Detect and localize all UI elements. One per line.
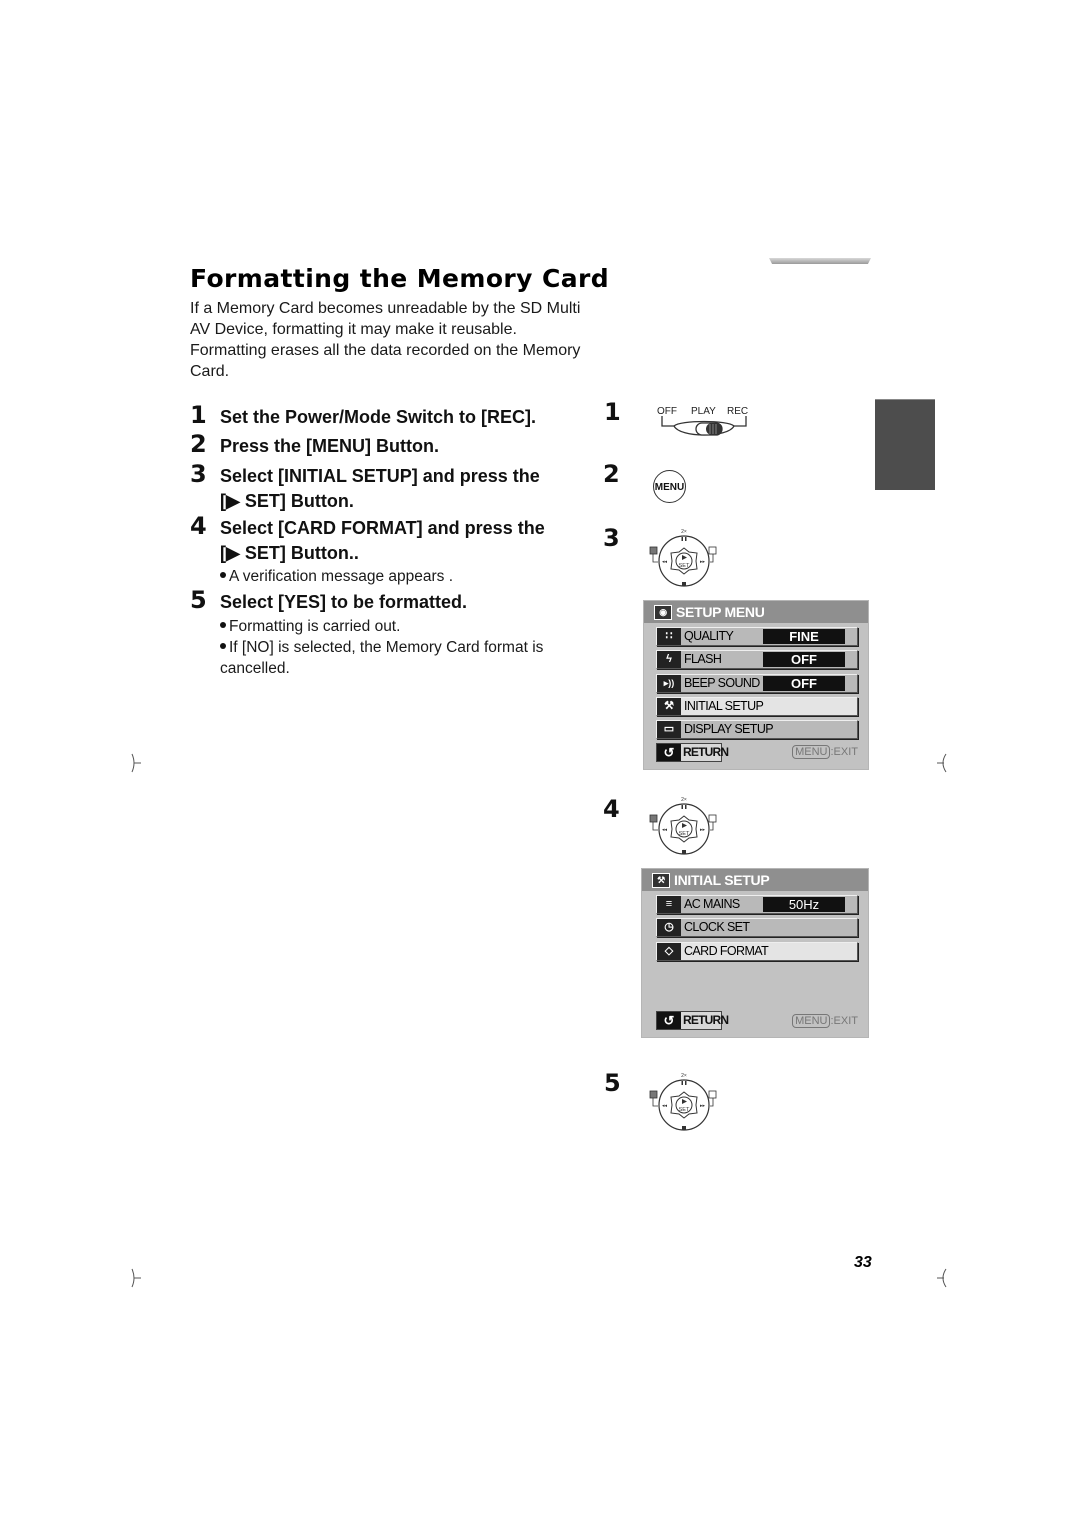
menu-item-value: 50Hz bbox=[763, 897, 845, 912]
tools-icon: ⚒ bbox=[657, 698, 681, 715]
set-dial-3[interactable]: SET 2× ◂◂ ▸▸ bbox=[648, 528, 718, 599]
menu-item-initial-setup[interactable]: ⚒ INITIAL SETUP bbox=[656, 697, 858, 716]
menu-key-icon: MENU bbox=[792, 1014, 831, 1028]
clock-icon: ◷ bbox=[657, 919, 681, 936]
chapter-tab bbox=[875, 399, 935, 490]
svg-text:◂◂: ◂◂ bbox=[662, 1103, 668, 1109]
menu-item-value: OFF bbox=[763, 676, 845, 691]
setup-menu-header: ◉ SETUP MENU bbox=[644, 601, 868, 623]
step-text: Select [CARD FORMAT] and press the bbox=[220, 518, 545, 538]
bullet-item: Formatting is carried out. bbox=[220, 616, 400, 637]
return-icon: ↺ bbox=[657, 744, 681, 761]
menu-item-ac-mains[interactable]: ≡ AC MAINS 50Hz bbox=[656, 895, 858, 914]
crop-mark-icon bbox=[131, 1268, 141, 1288]
return-button[interactable]: ↺ RETURN bbox=[656, 1011, 729, 1030]
menu-button-icon[interactable]: MENU bbox=[653, 470, 686, 503]
intro-paragraph: If a Memory Card becomes unreadable by t… bbox=[190, 300, 581, 380]
bullet-icon bbox=[220, 642, 226, 649]
menu-item-clock-set[interactable]: ◷ CLOCK SET bbox=[656, 918, 858, 937]
step-text: Set the Power/Mode Switch to [REC]. bbox=[220, 407, 537, 427]
menu-key-icon: MENU bbox=[792, 745, 831, 759]
menu-item-flash[interactable]: ϟ FLASH OFF bbox=[656, 650, 858, 669]
step-text: Press the [MENU] Button. bbox=[220, 436, 440, 456]
set-dial-icon: SET 2× ◂◂ ▸▸ bbox=[649, 1073, 717, 1131]
return-button[interactable]: ↺ RETURN bbox=[656, 743, 729, 762]
initial-setup-screen: ⚒ INITIAL SETUP ≡ AC MAINS 50Hz ◷ CLOCK S… bbox=[641, 868, 869, 1038]
step-text: [▶ SET] Button.. bbox=[220, 543, 359, 563]
step-number: 3 bbox=[190, 460, 207, 488]
figure-number-4: 4 bbox=[603, 795, 620, 823]
figure-number-1: 1 bbox=[604, 398, 621, 426]
figure-number-3: 3 bbox=[603, 524, 620, 552]
exit-hint: MENU:EXIT bbox=[792, 745, 858, 759]
step-text: [▶ SET] Button. bbox=[220, 491, 354, 511]
figure-number-2: 2 bbox=[603, 460, 620, 488]
set-dial-icon: SET 2× ◂◂ ▸▸ bbox=[649, 529, 717, 587]
mode-switch-icon[interactable] bbox=[660, 416, 750, 442]
step-text: Select [YES] to be formatted. bbox=[220, 592, 468, 612]
initial-setup-header: ⚒ INITIAL SETUP bbox=[642, 869, 868, 891]
menu-item-value: FINE bbox=[763, 629, 845, 644]
display-icon: ▭ bbox=[657, 721, 681, 738]
menu-item-value: OFF bbox=[763, 652, 845, 667]
dial-top-label: 2× bbox=[681, 1073, 687, 1079]
crop-mark-icon bbox=[937, 1268, 947, 1288]
menu-item-beep-sound[interactable]: ▸)) BEEP SOUND OFF bbox=[656, 674, 858, 693]
menu-item-card-format[interactable]: ◇ CARD FORMAT bbox=[656, 942, 858, 961]
dial-set-label: SET bbox=[679, 1107, 690, 1113]
step-number: 2 bbox=[190, 430, 207, 458]
card-format-icon: ◇ bbox=[657, 943, 681, 960]
header-decoration-bar bbox=[769, 258, 871, 264]
tools-icon: ⚒ bbox=[652, 872, 670, 888]
page-title: Formatting the Memory Card bbox=[190, 264, 609, 293]
flash-icon: ϟ bbox=[657, 651, 681, 668]
menu-item-display-setup[interactable]: ▭ DISPLAY SETUP bbox=[656, 720, 858, 739]
bullet-icon bbox=[220, 571, 226, 578]
crop-mark-icon bbox=[937, 753, 947, 773]
dial-set-label: SET bbox=[679, 831, 690, 837]
page-number: 33 bbox=[854, 1254, 872, 1271]
bullet-item: If [NO] is selected, the Memory Card for… bbox=[220, 637, 543, 658]
dial-set-label: SET bbox=[679, 563, 690, 569]
step-number: 5 bbox=[190, 586, 207, 614]
ac-mains-icon: ≡ bbox=[657, 896, 681, 913]
svg-text:▸▸: ▸▸ bbox=[700, 1103, 706, 1109]
return-icon: ↺ bbox=[657, 1012, 681, 1029]
bullet-icon bbox=[220, 621, 226, 628]
exit-hint: MENU:EXIT bbox=[792, 1014, 858, 1028]
quality-icon: ∷ bbox=[657, 628, 681, 645]
dial-top-label: 2× bbox=[681, 529, 687, 535]
crop-mark-icon bbox=[131, 753, 141, 773]
set-dial-5[interactable]: SET 2× ◂◂ ▸▸ bbox=[648, 1072, 718, 1143]
svg-text:▸▸: ▸▸ bbox=[700, 827, 706, 833]
bullet-item: A verification message appears . bbox=[220, 566, 453, 587]
svg-text:◂◂: ◂◂ bbox=[662, 827, 668, 833]
svg-text:▸▸: ▸▸ bbox=[700, 559, 706, 565]
bullet-item: cancelled. bbox=[220, 660, 290, 677]
set-dial-icon: SET 2× ◂◂ ▸▸ bbox=[649, 797, 717, 855]
step-number: 4 bbox=[190, 512, 207, 540]
svg-text:◂◂: ◂◂ bbox=[662, 559, 668, 565]
figure-number-5: 5 bbox=[604, 1069, 621, 1097]
step-text: Select [INITIAL SETUP] and press the bbox=[220, 466, 540, 486]
dial-top-label: 2× bbox=[681, 797, 687, 803]
speaker-icon: ▸)) bbox=[657, 675, 681, 692]
menu-item-quality[interactable]: ∷ QUALITY FINE bbox=[656, 627, 858, 646]
set-dial-4[interactable]: SET 2× ◂◂ ▸▸ bbox=[648, 796, 718, 867]
camera-icon: ◉ bbox=[654, 604, 672, 620]
step-number: 1 bbox=[190, 401, 207, 429]
setup-menu-screen: ◉ SETUP MENU ∷ QUALITY FINE ϟ FLASH OFF ▸… bbox=[643, 600, 869, 770]
